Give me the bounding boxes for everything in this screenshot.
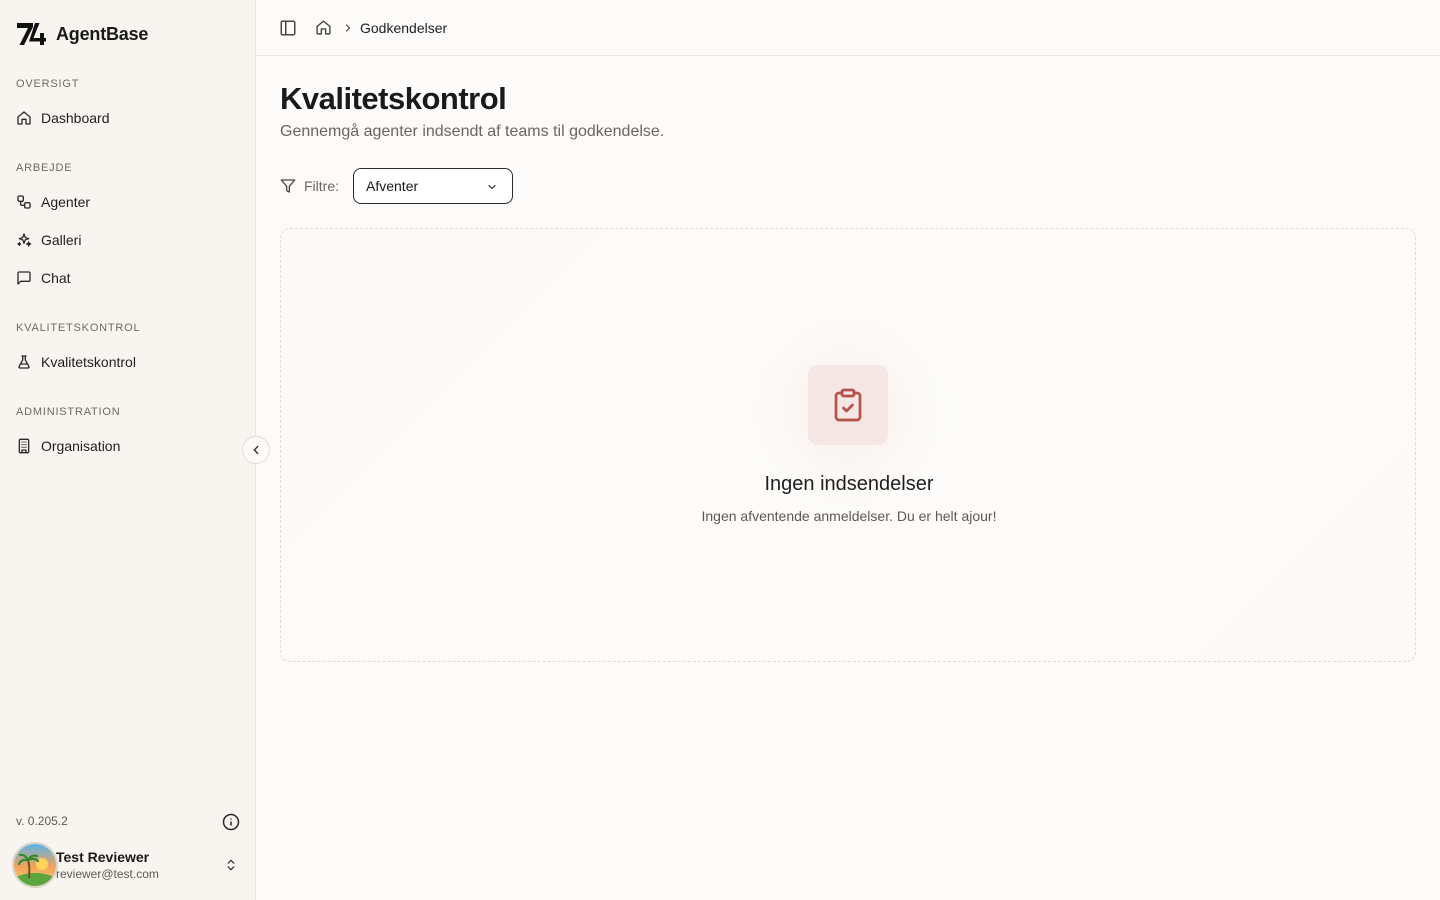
breadcrumb-current: Godkendelser — [360, 20, 448, 36]
sidebar-item-dashboard[interactable]: Dashboard — [8, 102, 248, 134]
page-title: Kvalitetskontrol — [280, 81, 507, 116]
app-version: v. 0.205.2 — [16, 814, 68, 828]
section-label: OVERSIGT — [16, 78, 80, 90]
chevron-down-icon — [488, 184, 496, 190]
status-filter-value: Afventer — [366, 178, 419, 194]
section-oversigt: OVERSIGT Dashboard — [0, 76, 256, 134]
panel-left-icon[interactable] — [279, 19, 297, 37]
user-info: Test Reviewer reviewer@test.com — [56, 848, 159, 882]
sidebar-item-organisation[interactable]: Organisation — [8, 430, 248, 462]
sidebar-item-kvalitetskontrol[interactable]: Kvalitetskontrol — [8, 346, 248, 378]
avatar — [12, 842, 58, 888]
home-icon[interactable] — [315, 19, 332, 36]
clipboard-check-icon — [834, 388, 862, 422]
filter-label: Filtre: — [304, 178, 339, 194]
chevrons-up-down-icon — [227, 859, 235, 871]
section-administration: ADMINISTRATION Organisation — [0, 404, 256, 462]
sidebar-item-agenter[interactable]: Agenter — [8, 186, 248, 218]
top-bar: Godkendelser — [256, 0, 1440, 56]
status-filter-select[interactable]: Afventer — [353, 168, 513, 204]
user-menu[interactable]: Test Reviewer reviewer@test.com — [12, 842, 244, 888]
section-label: KVALITETSKONTROL — [16, 322, 141, 334]
user-name: Test Reviewer — [56, 849, 150, 865]
sidebar-item-label: Dashboard — [41, 110, 110, 126]
message-square-icon — [17, 271, 31, 285]
sidebar-item-label: Galleri — [41, 232, 82, 248]
sidebar-item-label: Chat — [41, 270, 71, 286]
empty-state-icon-box — [808, 365, 888, 445]
chevron-left-icon — [253, 445, 259, 455]
section-label: ADMINISTRATION — [16, 406, 121, 418]
sidebar-item-label: Agenter — [41, 194, 91, 210]
sidebar-item-chat[interactable]: Chat — [8, 262, 248, 294]
sidebar: AgentBase OVERSIGT Dashboard ARBEJDE Age… — [0, 0, 256, 900]
info-icon[interactable] — [222, 813, 240, 831]
collapse-sidebar-button[interactable] — [242, 436, 270, 464]
brand[interactable]: AgentBase — [16, 20, 148, 48]
empty-state-title: Ingen indsendelser — [764, 473, 934, 495]
sidebar-item-label: Kvalitetskontrol — [41, 354, 136, 370]
flask-icon — [18, 355, 30, 369]
chevron-right-icon — [345, 24, 351, 32]
section-label: ARBEJDE — [16, 162, 73, 174]
brand-name: AgentBase — [56, 23, 149, 44]
filter-icon — [280, 179, 296, 193]
sparkles-icon — [17, 233, 32, 247]
sidebar-item-label: Organisation — [41, 438, 121, 454]
user-email: reviewer@test.com — [56, 867, 159, 881]
agentbase-logo-icon — [17, 23, 46, 45]
section-kvalitetskontrol: KVALITETSKONTROL Kvalitetskontrol — [0, 320, 256, 378]
workflow-icon — [17, 195, 31, 209]
section-arbejde: ARBEJDE Agenter Galleri Chat — [0, 160, 256, 294]
empty-state-card: Ingen indsendelser Ingen afventende anme… — [280, 228, 1416, 662]
page-subtitle: Gennemgå agenter indsendt af teams til g… — [280, 123, 665, 140]
empty-state-text: Ingen afventende anmeldelser. Du er helt… — [701, 508, 997, 524]
home-icon — [17, 111, 31, 125]
sidebar-item-galleri[interactable]: Galleri — [8, 224, 248, 256]
building-icon — [18, 438, 30, 454]
